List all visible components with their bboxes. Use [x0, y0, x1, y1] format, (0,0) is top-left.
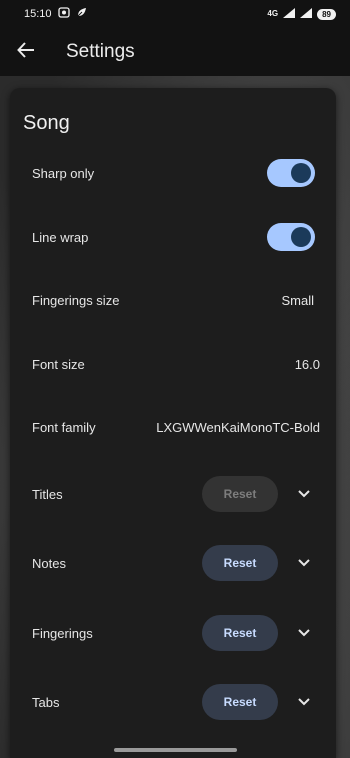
chevron-down-icon[interactable]: [294, 553, 314, 573]
row-actions: Reset: [202, 545, 320, 581]
setting-sharp-only[interactable]: Sharp only: [10, 148, 336, 198]
setting-label: Font size: [32, 356, 85, 372]
tabs-reset-button[interactable]: Reset: [202, 684, 278, 720]
gesture-home-bar[interactable]: [114, 748, 237, 752]
status-time: 15:10: [24, 8, 52, 20]
screenshot-icon: [57, 7, 70, 21]
row-actions: Reset: [202, 684, 320, 720]
toggle-knob: [291, 227, 311, 247]
setting-notes: Notes Reset: [10, 538, 336, 588]
setting-label: Titles: [32, 486, 63, 502]
line-wrap-toggle[interactable]: [267, 223, 315, 251]
arrow-left-icon: [17, 41, 35, 64]
settings-panel: Song Sharp only Line wrap Fingerings siz…: [10, 88, 336, 758]
row-actions: Reset: [202, 615, 320, 651]
titles-reset-button: Reset: [202, 476, 278, 512]
battery-indicator: 89: [317, 8, 336, 20]
setting-label: Fingerings size: [32, 292, 120, 308]
font-size-value: 16.0: [294, 356, 320, 372]
setting-font-family[interactable]: Font family LXGWWenKaiMonoTC-Bold: [10, 402, 336, 452]
setting-fingerings: Fingerings Reset: [10, 608, 336, 658]
network-type: 4G: [267, 9, 279, 18]
status-left: 15:10: [24, 7, 87, 21]
chevron-down-icon[interactable]: [294, 623, 314, 643]
setting-label: Notes: [32, 555, 66, 571]
section-title: Song: [23, 112, 70, 134]
sharp-only-toggle[interactable]: [267, 159, 315, 187]
toggle-knob: [291, 163, 311, 183]
page-title: Settings: [66, 41, 135, 62]
setting-titles: Titles Reset: [10, 469, 336, 519]
signal-icon: [283, 7, 296, 21]
wifi-signal-icon: [300, 7, 313, 21]
leaf-icon: [76, 7, 87, 21]
row-actions: Reset: [202, 476, 320, 512]
chevron-down-icon[interactable]: [294, 484, 314, 504]
setting-label: Line wrap: [32, 229, 89, 245]
font-family-value: LXGWWenKaiMonoTC-Bold: [156, 419, 320, 435]
setting-line-wrap[interactable]: Line wrap: [10, 212, 336, 262]
back-button[interactable]: [0, 28, 52, 76]
app-bar: Settings: [0, 28, 350, 76]
setting-label: Fingerings: [32, 625, 93, 641]
fingerings-size-value: Small: [281, 292, 314, 308]
setting-label: Tabs: [32, 694, 60, 710]
fingerings-reset-button[interactable]: Reset: [202, 615, 278, 651]
notes-reset-button[interactable]: Reset: [202, 545, 278, 581]
status-bar: 15:10 4G 89: [0, 0, 350, 28]
setting-tabs: Tabs Reset: [10, 677, 336, 727]
chevron-down-icon[interactable]: [294, 692, 314, 712]
setting-fingerings-size[interactable]: Fingerings size Small: [10, 275, 336, 325]
setting-label: Font family: [32, 419, 96, 435]
setting-label: Sharp only: [32, 165, 95, 181]
setting-font-size[interactable]: Font size 16.0: [10, 339, 336, 389]
status-right: 4G 89: [267, 7, 336, 21]
